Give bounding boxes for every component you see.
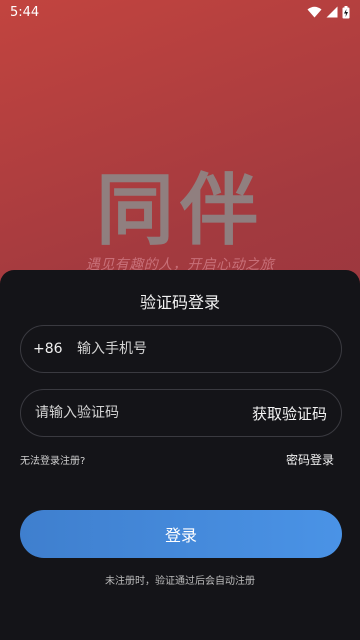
country-code[interactable]: +86	[33, 341, 77, 357]
login-title: 验证码登录	[139, 293, 220, 312]
status-time: 5:44	[10, 4, 40, 20]
password-login-link[interactable]: 密码登录	[286, 451, 334, 468]
link-row: 无法登录注册? 密码登录	[20, 451, 334, 468]
signal-icon	[326, 6, 338, 18]
register-footnote: 未注册时，验证通过后会自动注册	[105, 576, 255, 587]
login-button[interactable]: 登录	[20, 510, 342, 558]
get-code-button[interactable]: 获取验证码	[252, 403, 327, 424]
status-bar: 5:44	[0, 0, 360, 24]
phone-field[interactable]: +86	[20, 325, 342, 373]
app-logo: 同伴	[95, 165, 264, 256]
code-field[interactable]: 获取验证码	[20, 389, 342, 437]
status-icons	[307, 5, 350, 19]
code-input[interactable]	[33, 389, 252, 437]
wifi-icon	[307, 6, 322, 18]
phone-input[interactable]	[77, 325, 341, 373]
battery-charging-icon	[342, 5, 350, 18]
cannot-register-link[interactable]: 无法登录注册?	[20, 452, 85, 467]
